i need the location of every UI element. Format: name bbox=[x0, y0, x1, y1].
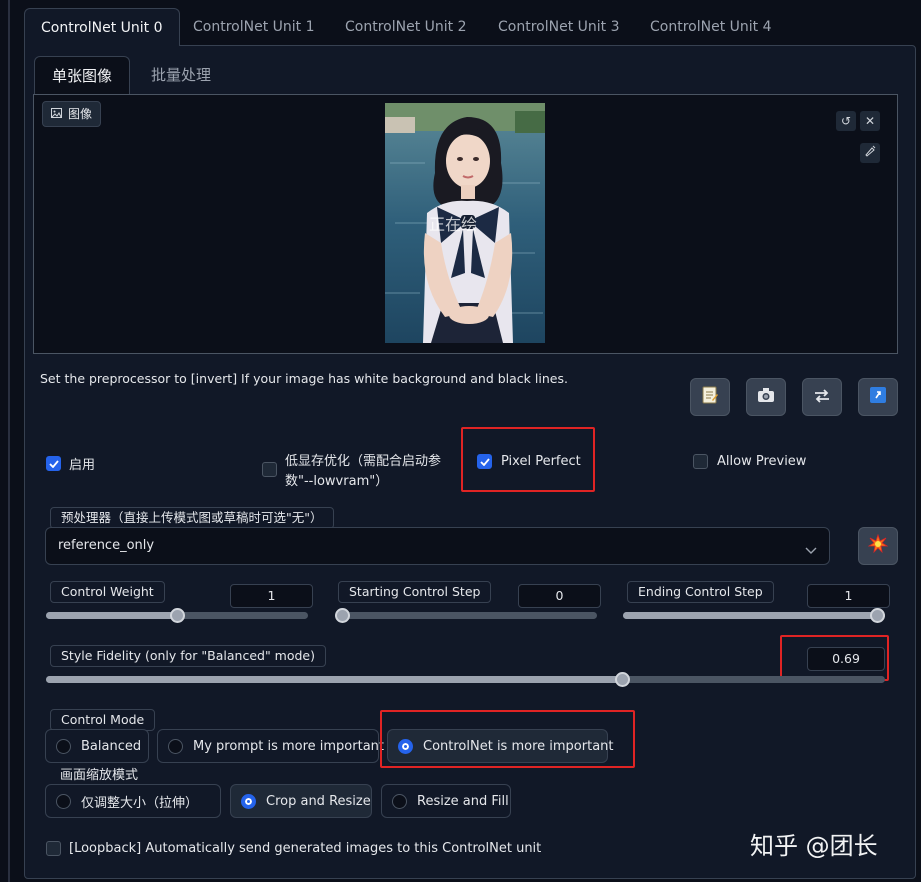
control-mode-balanced-label: Balanced bbox=[81, 738, 142, 754]
notepad-icon bbox=[701, 386, 719, 408]
enable-checkbox[interactable] bbox=[46, 456, 61, 471]
send-dimensions-button[interactable] bbox=[858, 378, 898, 416]
image-label-text: 图像 bbox=[68, 107, 93, 121]
control-mode-controlnet-label: ControlNet is more important bbox=[423, 738, 614, 754]
radio-balanced[interactable] bbox=[56, 738, 71, 754]
style-fidelity-highlight bbox=[780, 635, 889, 681]
radio-my-prompt[interactable] bbox=[168, 738, 183, 754]
pixel-perfect-option[interactable]: Pixel Perfect bbox=[477, 454, 581, 469]
radio-just-resize[interactable] bbox=[56, 793, 71, 809]
resize-mode-just-resize[interactable]: 仅调整大小（拉伸） bbox=[45, 784, 221, 818]
ending-step-slider-thumb[interactable] bbox=[870, 608, 885, 623]
notepad-button[interactable] bbox=[690, 378, 730, 416]
preprocessor-value: reference_only bbox=[58, 538, 155, 553]
preprocessor-label: 预处理器（直接上传模式图或草稿时可选"无"） bbox=[50, 507, 334, 529]
resize-mode-crop[interactable]: Crop and Resize bbox=[230, 784, 372, 818]
run-preprocessor-button[interactable] bbox=[858, 527, 898, 565]
control-mode-label: Control Mode bbox=[50, 709, 156, 731]
enable-label: 启用 bbox=[69, 458, 96, 473]
loopback-checkbox[interactable] bbox=[46, 841, 61, 856]
tab-batch[interactable]: 批量处理 bbox=[134, 56, 228, 94]
pixel-perfect-checkbox[interactable] bbox=[477, 454, 492, 469]
image-icon bbox=[51, 102, 62, 126]
control-weight-input[interactable]: 1 bbox=[230, 584, 313, 608]
swap-button[interactable] bbox=[802, 378, 842, 416]
image-label: 图像 bbox=[42, 101, 102, 127]
starting-step-input[interactable]: 0 bbox=[518, 584, 601, 608]
undo-icon[interactable]: ↺ bbox=[836, 111, 856, 131]
preprocessor-hint: Set the preprocessor to [invert] If your… bbox=[40, 371, 568, 386]
allow-preview-option[interactable]: Allow Preview bbox=[693, 454, 806, 469]
control-weight-slider-thumb[interactable] bbox=[169, 608, 185, 623]
starting-step-slider[interactable] bbox=[335, 612, 597, 619]
resize-mode-crop-label: Crop and Resize bbox=[266, 793, 371, 809]
explosion-icon bbox=[867, 533, 889, 558]
webcam-button[interactable] bbox=[746, 378, 786, 416]
radio-controlnet[interactable] bbox=[398, 738, 413, 754]
resize-mode-label: 画面缩放模式 bbox=[60, 768, 139, 783]
tab-single-image[interactable]: 单张图像 bbox=[34, 56, 131, 94]
uploaded-image: 正在绘 bbox=[385, 103, 545, 343]
preprocessor-dropdown[interactable]: reference_only bbox=[45, 527, 830, 565]
style-fidelity-slider[interactable] bbox=[46, 676, 885, 683]
low-vram-label-line1: 低显存优化（需配合启动参 bbox=[285, 454, 442, 469]
tab-unit-1[interactable]: ControlNet Unit 1 bbox=[177, 8, 331, 46]
watermark: 知乎 @团长 bbox=[750, 832, 878, 860]
tab-unit-3[interactable]: ControlNet Unit 3 bbox=[482, 8, 636, 46]
starting-step-label: Starting Control Step bbox=[338, 581, 492, 603]
starting-step-slider-thumb[interactable] bbox=[335, 608, 350, 623]
style-fidelity-slider-thumb[interactable] bbox=[614, 672, 630, 687]
radio-fill[interactable] bbox=[392, 793, 407, 809]
enable-option[interactable]: 启用 bbox=[46, 454, 95, 473]
swap-icon bbox=[814, 388, 830, 407]
resize-mode-fill-label: Resize and Fill bbox=[417, 793, 509, 809]
allow-preview-label: Allow Preview bbox=[717, 454, 807, 469]
send-dimensions-icon bbox=[869, 386, 887, 408]
pixel-perfect-label: Pixel Perfect bbox=[501, 454, 581, 469]
ending-step-label: Ending Control Step bbox=[627, 581, 774, 603]
left-divider bbox=[8, 0, 10, 882]
low-vram-label-line2: 数"--lowvram"） bbox=[285, 474, 389, 489]
control-mode-controlnet[interactable]: ControlNet is more important bbox=[387, 729, 614, 763]
ending-step-input[interactable]: 1 bbox=[807, 584, 890, 608]
control-mode-my-prompt-label: My prompt is more important bbox=[193, 738, 385, 754]
control-mode-my-prompt[interactable]: My prompt is more important bbox=[157, 729, 384, 763]
loopback-option[interactable]: [Loopback] Automatically send generated … bbox=[46, 841, 541, 856]
tab-unit-2[interactable]: ControlNet Unit 2 bbox=[329, 8, 483, 46]
close-icon[interactable]: ✕ bbox=[860, 111, 880, 131]
style-fidelity-label: Style Fidelity (only for "Balanced" mode… bbox=[50, 645, 327, 667]
brush-icon[interactable] bbox=[860, 143, 880, 163]
chevron-down-icon bbox=[805, 540, 817, 559]
tab-unit-4[interactable]: ControlNet Unit 4 bbox=[634, 8, 788, 46]
ending-step-slider[interactable] bbox=[623, 612, 885, 619]
radio-crop[interactable] bbox=[241, 793, 256, 809]
low-vram-label: 低显存优化（需配合启动参 数"--lowvram"） bbox=[285, 452, 441, 492]
control-weight-label: Control Weight bbox=[50, 581, 165, 603]
control-mode-balanced[interactable]: Balanced bbox=[45, 729, 149, 763]
tab-unit-0[interactable]: ControlNet Unit 0 bbox=[24, 8, 180, 46]
loopback-label: [Loopback] Automatically send generated … bbox=[69, 841, 542, 856]
camera-icon bbox=[757, 387, 775, 407]
processing-overlay-text: 正在绘 bbox=[429, 215, 478, 234]
resize-mode-fill[interactable]: Resize and Fill bbox=[381, 784, 511, 818]
allow-preview-checkbox[interactable] bbox=[693, 454, 708, 469]
low-vram-checkbox[interactable] bbox=[262, 462, 277, 481]
resize-mode-just-resize-label: 仅调整大小（拉伸） bbox=[81, 795, 199, 811]
